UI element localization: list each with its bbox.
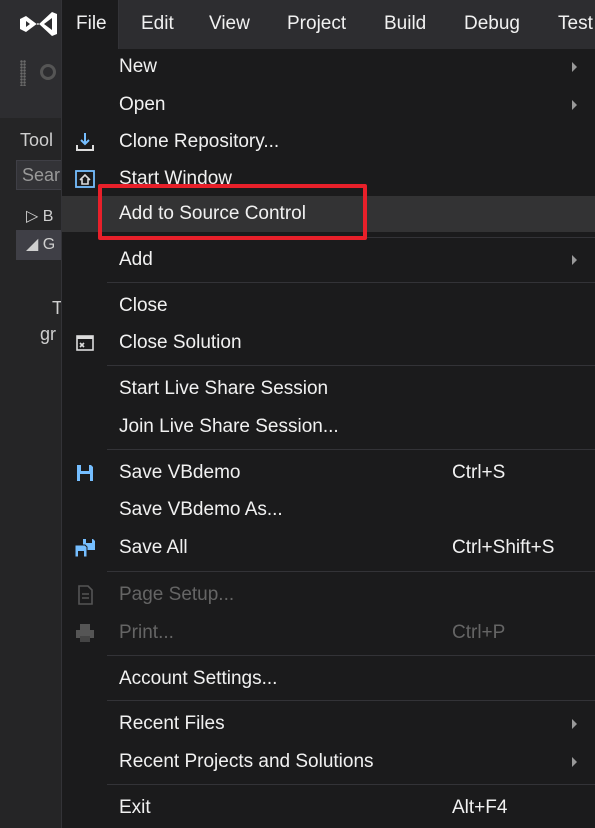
toolbar-button-icon[interactable] xyxy=(40,64,56,80)
toolbox-tree-item-label: ◢ G xyxy=(26,236,56,253)
submenu-arrow-icon xyxy=(572,757,577,767)
toolbar-strip xyxy=(0,50,62,118)
menu-item-exit[interactable]: Exit Alt+F4 xyxy=(62,790,595,826)
menu-item-shortcut: Ctrl+Shift+S xyxy=(452,537,555,558)
submenu-arrow-icon xyxy=(572,100,577,110)
menu-item-new[interactable]: New xyxy=(62,49,595,85)
menu-item-label: Open xyxy=(119,94,166,115)
menu-item-label: Add xyxy=(119,249,153,270)
menu-item-clone-repository[interactable]: Clone Repository... xyxy=(62,124,595,160)
menu-item-label: New xyxy=(119,56,158,77)
file-menu-dropdown: New Open Clone Repository... Start Windo… xyxy=(61,49,595,828)
menu-item-label: Recent Projects and Solutions xyxy=(119,751,374,772)
menu-item-label: Save VBdemo xyxy=(119,462,241,483)
menu-item-label: Account Settings... xyxy=(119,668,278,689)
menu-item-label: Page Setup... xyxy=(119,584,235,605)
menu-test[interactable]: Test xyxy=(558,11,593,37)
submenu-arrow-icon xyxy=(572,255,577,265)
toolbox-tree-item-selected[interactable]: ◢ G xyxy=(16,230,62,260)
menu-item-recent-files[interactable]: Recent Files xyxy=(62,706,595,742)
menu-item-shortcut: Ctrl+S xyxy=(452,462,506,483)
menu-separator xyxy=(107,282,595,283)
menu-item-label: Start Live Share Session xyxy=(119,378,329,399)
menu-build[interactable]: Build xyxy=(384,11,426,37)
menu-separator xyxy=(107,655,595,656)
menu-item-save[interactable]: Save VBdemo Ctrl+S xyxy=(62,455,595,491)
menu-item-print: Print... Ctrl+P xyxy=(62,615,595,651)
start-window-icon xyxy=(75,170,95,188)
menu-separator xyxy=(107,365,595,366)
menu-item-label: Exit xyxy=(119,797,151,818)
menu-item-label: Close Solution xyxy=(119,332,242,353)
menu-item-recent-projects[interactable]: Recent Projects and Solutions xyxy=(62,744,595,780)
page-setup-icon xyxy=(78,585,93,605)
menu-file[interactable]: File xyxy=(61,0,119,50)
menu-item-shortcut: Ctrl+P xyxy=(452,622,506,643)
menu-item-add[interactable]: Add xyxy=(62,242,595,278)
save-icon xyxy=(77,465,93,481)
menu-item-join-live-share[interactable]: Join Live Share Session... xyxy=(62,409,595,445)
close-solution-icon xyxy=(76,335,94,351)
menu-item-label: Print... xyxy=(119,622,174,643)
menu-separator xyxy=(107,784,595,785)
save-all-icon xyxy=(74,539,95,558)
menu-bar: File Edit View Project Build Debug Test xyxy=(0,0,595,50)
print-icon xyxy=(76,624,94,642)
menu-item-start-live-share[interactable]: Start Live Share Session xyxy=(62,371,595,407)
visual-studio-logo-icon[interactable] xyxy=(18,9,58,39)
menu-item-account-settings[interactable]: Account Settings... xyxy=(62,661,595,697)
menu-item-close-solution[interactable]: Close Solution xyxy=(62,325,595,361)
toolbox-title: Tool xyxy=(20,130,54,150)
highlight-annotation-box xyxy=(98,184,367,240)
menu-view[interactable]: View xyxy=(209,11,250,37)
menu-item-label: Close xyxy=(119,295,168,316)
menu-edit[interactable]: Edit xyxy=(141,11,174,37)
menu-item-label: Join Live Share Session... xyxy=(119,416,339,437)
clone-repository-icon xyxy=(76,133,94,151)
menu-separator xyxy=(107,700,595,701)
menu-item-shortcut: Alt+F4 xyxy=(452,797,508,818)
submenu-arrow-icon xyxy=(572,719,577,729)
menu-project[interactable]: Project xyxy=(287,11,346,37)
menu-item-close[interactable]: Close xyxy=(62,288,595,324)
menu-item-save-all[interactable]: Save All Ctrl+Shift+S xyxy=(62,530,595,566)
toolbox-search-input[interactable]: Sear xyxy=(16,160,62,190)
menu-item-label: Recent Files xyxy=(119,713,225,734)
menu-item-label: Save VBdemo As... xyxy=(119,499,283,520)
menu-separator xyxy=(107,449,595,450)
menu-debug[interactable]: Debug xyxy=(464,11,520,37)
submenu-arrow-icon xyxy=(572,62,577,72)
menu-item-save-as[interactable]: Save VBdemo As... xyxy=(62,492,595,528)
menu-separator xyxy=(107,571,595,572)
toolbar-grip-icon[interactable] xyxy=(20,60,26,86)
toolbox-body-text: gr xyxy=(40,324,57,344)
menu-item-page-setup: Page Setup... xyxy=(62,577,595,613)
menu-item-label: Clone Repository... xyxy=(119,131,280,152)
menu-item-open[interactable]: Open xyxy=(62,87,595,123)
toolbox-search-placeholder: Sear xyxy=(22,165,61,185)
toolbox-tree-item[interactable]: ▷ B xyxy=(26,206,62,226)
menu-item-label: Save All xyxy=(119,537,188,558)
